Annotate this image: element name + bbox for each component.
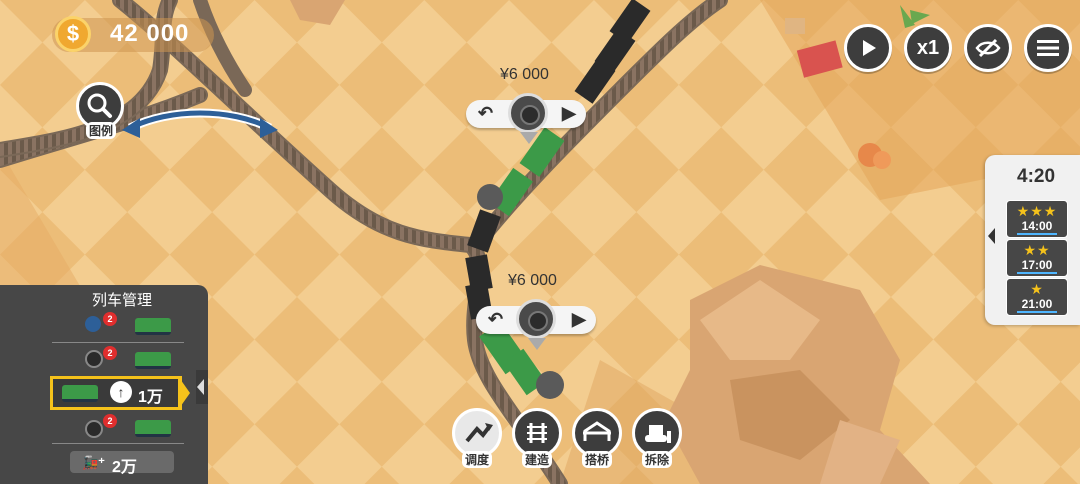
divider	[52, 443, 184, 444]
tool-label: 调度	[462, 451, 493, 468]
gear-icon	[85, 350, 103, 368]
engine-gear-icon[interactable]	[516, 299, 556, 339]
search-icon	[87, 93, 112, 118]
go-icon[interactable]: ▶	[562, 103, 576, 124]
collapse-arrow-icon[interactable]	[988, 228, 995, 244]
selection-arrow	[178, 376, 190, 410]
gear-icon	[85, 420, 103, 438]
marker-pointer	[528, 338, 546, 350]
train-icon[interactable]	[135, 352, 171, 369]
upgrade-cost: 1万	[138, 389, 163, 406]
eye-off-icon	[975, 38, 1001, 58]
rail-icon	[527, 423, 547, 443]
reverse-icon[interactable]: ↶	[488, 309, 503, 330]
train-price: ¥6 000	[508, 272, 557, 289]
train-icon[interactable]	[135, 420, 171, 437]
chevron-left-icon	[197, 379, 204, 395]
tool-label: 搭桥	[582, 451, 613, 468]
engine-gear-icon[interactable]	[508, 93, 548, 133]
bush-orange	[873, 151, 891, 169]
play-button[interactable]	[844, 24, 892, 72]
bulldozer-icon	[645, 425, 671, 443]
panel-title: 列车管理	[92, 292, 153, 309]
visibility-toggle[interactable]	[964, 24, 1012, 72]
menu-icon	[1037, 40, 1059, 56]
tool-label: 拆除	[642, 451, 673, 468]
driver-icon	[85, 316, 101, 332]
menu-button[interactable]	[1024, 24, 1072, 72]
timer-value: 4:20	[1017, 166, 1056, 187]
coin-icon: $	[55, 16, 91, 52]
goal-time: 14:00	[1021, 219, 1053, 233]
goal-two-star: ★★ 17:00	[1006, 239, 1068, 277]
stars-icon: ★	[1030, 281, 1044, 297]
bridge-icon	[583, 421, 611, 441]
divider	[52, 342, 184, 343]
goal-time: 17:00	[1021, 258, 1053, 272]
play-icon	[863, 40, 876, 56]
speed-button[interactable]: x1	[904, 24, 952, 72]
count-badge: 2	[103, 414, 117, 428]
legend-label: 图例	[86, 122, 117, 139]
dispatch-icon	[465, 423, 493, 443]
stars-icon: ★★	[1023, 242, 1051, 258]
goal-one-star: ★ 21:00	[1006, 278, 1068, 316]
crate	[785, 18, 805, 34]
train-icon[interactable]	[135, 318, 171, 335]
buy-train-cost: 2万	[112, 459, 137, 476]
go-icon[interactable]: ▶	[572, 309, 586, 330]
train-icon	[62, 385, 98, 402]
add-train-icon: 🚂⁺	[82, 455, 106, 470]
goal-time: 21:00	[1021, 297, 1053, 311]
upgrade-icon[interactable]: ↑	[110, 381, 132, 403]
money-amount: 42 000	[110, 20, 190, 47]
stars-icon: ★★★	[1016, 203, 1058, 219]
marker-pointer	[520, 132, 538, 144]
reverse-icon[interactable]: ↶	[478, 103, 493, 124]
count-badge: 2	[103, 346, 117, 360]
count-badge: 2	[103, 312, 117, 326]
goal-three-star: ★★★ 14:00	[1006, 200, 1068, 238]
speed-label: x1	[916, 36, 940, 59]
train-price: ¥6 000	[500, 66, 549, 83]
tool-label: 建造	[522, 451, 553, 468]
